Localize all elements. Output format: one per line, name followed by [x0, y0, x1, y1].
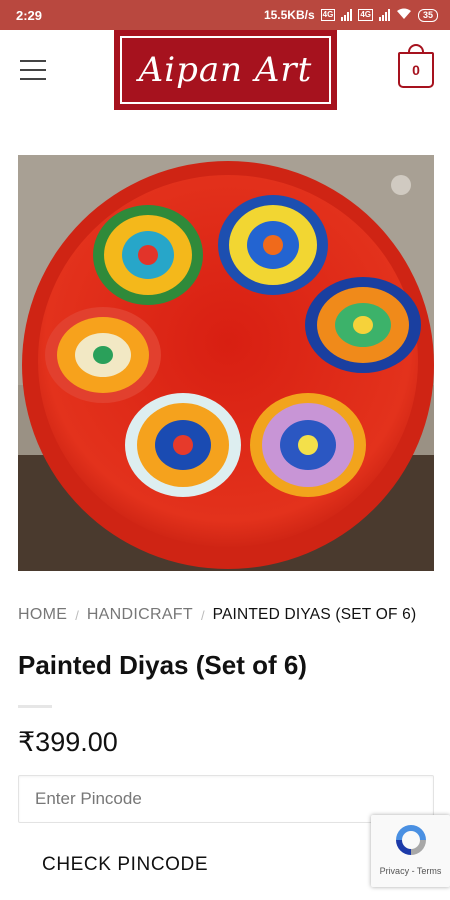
site-logo[interactable]: Aipan Art	[114, 30, 337, 110]
recaptcha-separator: -	[409, 866, 417, 876]
network-speed: 15.5KB/s	[263, 8, 315, 22]
volte-icon: 4G	[320, 9, 336, 21]
recaptcha-badge[interactable]: Privacy - Terms	[371, 815, 450, 887]
breadcrumb-separator: /	[75, 607, 79, 623]
volte-icon-2: 4G	[358, 9, 373, 21]
hamburger-menu-icon[interactable]	[20, 60, 46, 80]
status-bar: 2:29 15.5KB/s 4G 4G 35	[0, 0, 450, 30]
recaptcha-links: Privacy - Terms	[380, 866, 442, 876]
breadcrumb: HOME / HANDICRAFT / PAINTED DIYAS (SET O…	[18, 606, 438, 624]
status-icons: 15.5KB/s 4G 4G 35	[264, 8, 438, 23]
diya-1	[93, 205, 203, 305]
breadcrumb-current: PAINTED DIYAS (SET OF 6)	[212, 606, 417, 623]
diya-6	[250, 393, 366, 497]
site-header: Aipan Art 0	[0, 30, 450, 112]
breadcrumb-separator: /	[200, 607, 205, 623]
product-title: Painted Diyas (Set of 6)	[18, 650, 307, 680]
signal-icon-2	[378, 9, 390, 21]
logo-text: Aipan Art	[138, 50, 313, 90]
wifi-icon	[396, 8, 412, 23]
recaptcha-icon	[392, 821, 430, 864]
status-time: 2:29	[16, 7, 43, 23]
title-divider	[18, 705, 52, 708]
check-pincode-button[interactable]: CHECK PINCODE	[42, 854, 208, 876]
signal-icon	[341, 9, 353, 21]
zoom-icon[interactable]	[391, 175, 411, 195]
diya-4	[45, 307, 161, 403]
cart-icon[interactable]: 0	[398, 44, 434, 88]
diya-2	[218, 195, 328, 295]
cart-count: 0	[412, 62, 420, 78]
diya-3	[305, 277, 421, 373]
breadcrumb-home[interactable]: HOME	[18, 606, 67, 624]
product-image[interactable]	[18, 155, 434, 571]
breadcrumb-handicraft[interactable]: HANDICRAFT	[87, 606, 193, 624]
battery-icon: 35	[417, 8, 438, 22]
recaptcha-privacy-link[interactable]: Privacy	[380, 866, 410, 876]
product-price: ₹399.00	[18, 727, 118, 757]
diya-5	[125, 393, 241, 497]
recaptcha-terms-link[interactable]: Terms	[417, 866, 442, 876]
